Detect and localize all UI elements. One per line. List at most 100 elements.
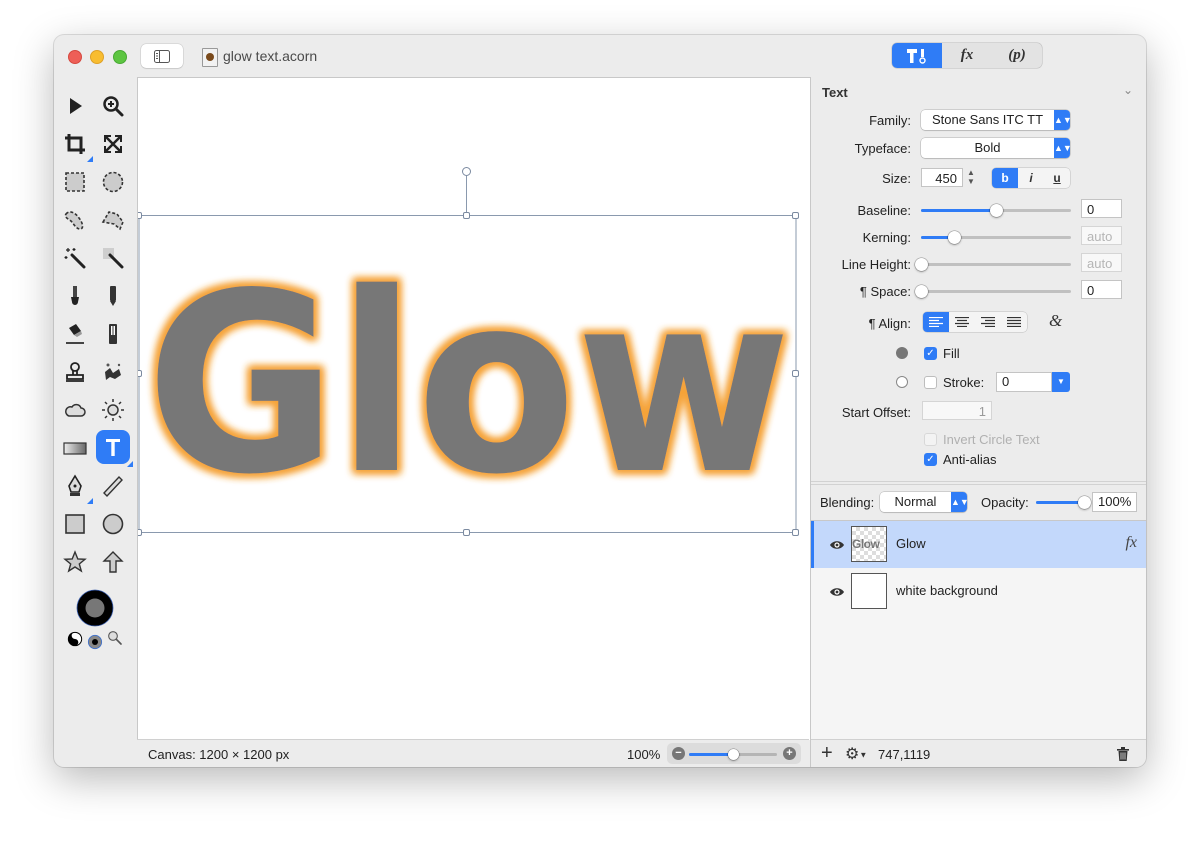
eraser-tool[interactable] — [98, 319, 128, 349]
zoom-slider-knob[interactable] — [728, 749, 739, 760]
line-height-slider-knob[interactable] — [915, 258, 928, 271]
eye-visibility-icon[interactable] — [829, 584, 845, 600]
baseline-slider-knob[interactable] — [990, 204, 1003, 217]
glow-text-layer[interactable]: Glow — [146, 241, 791, 529]
underline-button[interactable]: u — [1044, 168, 1070, 188]
brush-tool[interactable] — [60, 281, 90, 311]
text-tool[interactable] — [96, 430, 133, 467]
toggle-sidebar-button[interactable] — [141, 44, 183, 68]
rect-select-tool[interactable] — [60, 167, 90, 197]
star-shape-tool[interactable] — [60, 547, 90, 577]
zoom-out-button[interactable]: − — [672, 747, 685, 760]
kerning-slider-knob[interactable] — [948, 231, 961, 244]
align-left-button[interactable] — [923, 312, 949, 332]
layer-row-white-background[interactable]: white background — [811, 568, 1146, 615]
resize-handle-top[interactable] — [463, 212, 470, 219]
paragraph-space-slider[interactable] — [915, 285, 1071, 298]
align-right-button[interactable] — [975, 312, 1001, 332]
trash-icon[interactable] — [1117, 747, 1129, 761]
line-height-slider[interactable] — [915, 258, 1071, 271]
pencil-tool[interactable] — [98, 281, 128, 311]
rectangle-shape-tool[interactable] — [60, 509, 90, 539]
resize-handle-bottom[interactable] — [463, 529, 470, 536]
crop-tool[interactable] — [60, 129, 93, 162]
clone-stamp-tool[interactable] — [60, 357, 90, 387]
resize-handle-top-left[interactable] — [138, 212, 142, 219]
layer-fx-icon[interactable]: fx — [1125, 534, 1137, 552]
start-offset-field[interactable]: 1 — [922, 401, 992, 420]
invert-circle-text-checkbox[interactable] — [924, 433, 937, 446]
dodge-burn-tool[interactable] — [98, 395, 128, 425]
oval-shape-tool[interactable] — [98, 509, 128, 539]
swap-colors-button[interactable] — [66, 630, 84, 648]
opacity-field[interactable]: 100% — [1092, 492, 1137, 512]
ellipse-select-tool[interactable] — [98, 167, 128, 197]
lasso-tool[interactable] — [60, 205, 90, 235]
paint-bucket-tool[interactable] — [60, 319, 90, 349]
font-size-field[interactable]: 450 — [921, 168, 963, 187]
paragraph-space-slider-knob[interactable] — [915, 285, 928, 298]
instant-alpha-tool[interactable] — [98, 243, 128, 273]
filters-mode-button[interactable]: fx — [942, 43, 992, 68]
color-well[interactable] — [75, 588, 115, 628]
zoom-window-button[interactable] — [113, 50, 127, 64]
blur-tool[interactable] — [60, 395, 90, 425]
resize-tool[interactable] — [98, 129, 128, 159]
rotation-handle[interactable] — [462, 167, 471, 176]
tools-mode-button[interactable] — [892, 43, 942, 68]
baseline-field[interactable]: 0 — [1081, 199, 1122, 218]
bezier-pen-tool[interactable] — [60, 471, 93, 504]
zoom-slider[interactable] — [689, 749, 777, 760]
canvas[interactable]: Glow — [137, 77, 810, 740]
ampersand-ligature-icon[interactable]: & — [1049, 311, 1062, 331]
fill-checkbox[interactable]: ✓ — [924, 347, 937, 360]
stroke-width-dropdown-icon[interactable]: ▼ — [1052, 372, 1070, 392]
eye-visibility-icon[interactable] — [829, 537, 845, 553]
stroke-width-field[interactable]: 0 — [996, 372, 1052, 392]
line-tool[interactable] — [98, 471, 128, 501]
minimize-window-button[interactable] — [90, 50, 104, 64]
resize-handle-bottom-left[interactable] — [138, 529, 142, 536]
add-layer-plus-icon[interactable]: + — [821, 743, 833, 763]
kerning-field[interactable]: auto — [1081, 226, 1122, 245]
fill-color-swatch[interactable] — [896, 347, 908, 359]
color-picker-loupe-button[interactable] — [106, 629, 124, 647]
polygon-lasso-tool[interactable] — [98, 205, 128, 235]
close-window-button[interactable] — [68, 50, 82, 64]
baseline-slider[interactable] — [921, 204, 1071, 217]
paragraph-space-field[interactable]: 0 — [1081, 280, 1122, 299]
smudge-tool[interactable] — [98, 357, 128, 387]
move-arrow-tool[interactable] — [60, 91, 90, 121]
align-center-button[interactable] — [949, 312, 975, 332]
resize-handle-right[interactable] — [792, 370, 799, 377]
bold-button[interactable]: b — [992, 168, 1018, 188]
font-size-stepper[interactable]: ▲ ▼ — [967, 168, 975, 186]
resize-handle-top-right[interactable] — [792, 212, 799, 219]
italic-button[interactable]: i — [1018, 168, 1044, 188]
zoom-in-button[interactable]: + — [783, 747, 796, 760]
kerning-slider[interactable] — [921, 231, 1071, 244]
layer-actions-gear-icon[interactable]: ⚙▼ — [845, 744, 867, 764]
default-colors-button[interactable] — [86, 633, 104, 651]
stroke-color-swatch[interactable] — [896, 376, 908, 388]
typeface-popup[interactable]: Bold ▲▼ — [921, 138, 1072, 158]
magic-wand-tool[interactable] — [60, 243, 90, 273]
resize-handle-bottom-right[interactable] — [792, 529, 799, 536]
anti-alias-checkbox[interactable]: ✓ — [924, 453, 937, 466]
plugins-mode-button[interactable]: (p) — [992, 43, 1042, 68]
opacity-slider-knob[interactable] — [1078, 496, 1091, 509]
stroke-checkbox[interactable] — [924, 376, 937, 389]
opacity-slider-fill — [1036, 501, 1084, 504]
layer-row-glow[interactable]: Glow Glow fx — [811, 521, 1146, 568]
opacity-slider[interactable] — [1036, 496, 1091, 509]
collapse-chevron-icon[interactable]: ⌄ — [1123, 83, 1133, 97]
resize-handle-left[interactable] — [138, 370, 142, 377]
p-icon: (p) — [1008, 47, 1026, 63]
font-family-popup[interactable]: Stone Sans ITC TT ▲▼ — [921, 110, 1072, 130]
line-height-field[interactable]: auto — [1081, 253, 1122, 272]
align-justify-button[interactable] — [1001, 312, 1027, 332]
blending-mode-popup[interactable]: Normal ▲▼ — [880, 492, 969, 512]
zoom-tool[interactable] — [98, 91, 128, 121]
gradient-tool[interactable] — [60, 433, 90, 463]
arrow-shape-tool[interactable] — [98, 547, 128, 577]
